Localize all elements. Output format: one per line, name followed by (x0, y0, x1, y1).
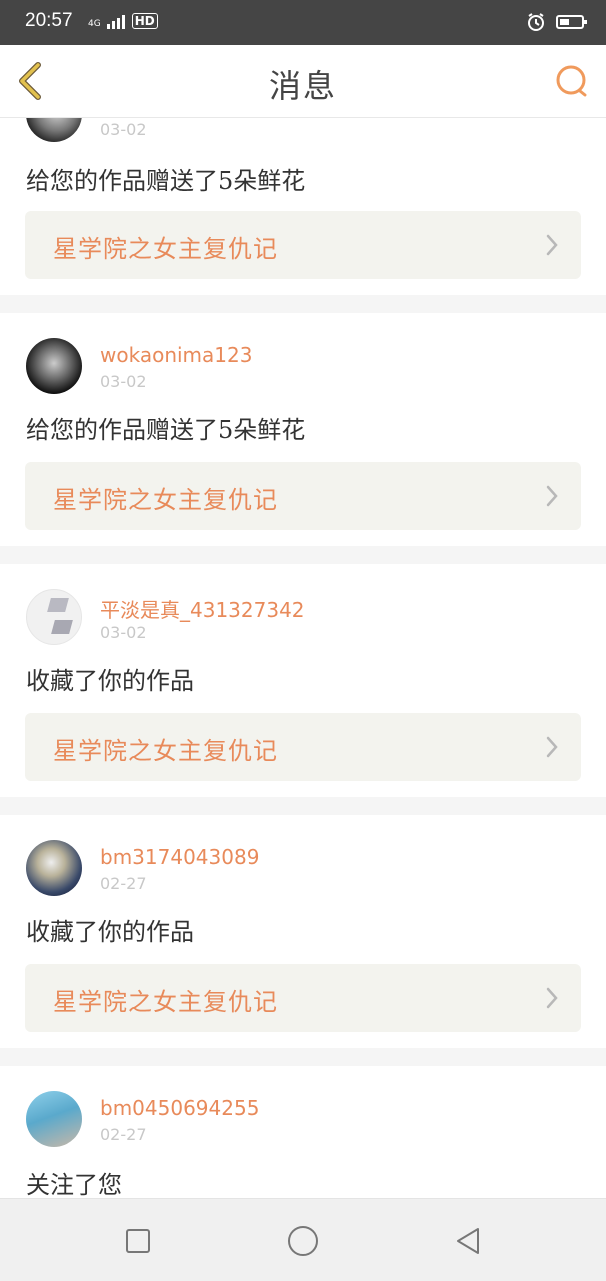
app-header: 消息 (0, 45, 606, 118)
message-date: 02-27 (100, 1125, 147, 1144)
list-item: bm0450694255 02-27 关注了您 (0, 1066, 606, 1198)
username[interactable]: 平淡是真_431327342 (100, 594, 305, 623)
message-list[interactable]: 03-02 给您的作品赠送了5朵鲜花 星学院之女主复仇记 wokaonima12… (0, 118, 606, 1198)
work-title: 星学院之女主复仇记 (53, 235, 278, 263)
list-item: bm3174043089 02-27 收藏了你的作品 星学院之女主复仇记 (0, 815, 606, 1048)
message-date: 02-27 (100, 874, 147, 893)
work-card[interactable]: 星学院之女主复仇记 (25, 964, 581, 1032)
list-item: 03-02 给您的作品赠送了5朵鲜花 星学院之女主复仇记 (0, 118, 606, 295)
recent-apps-button[interactable] (118, 1221, 158, 1261)
back-nav-button[interactable] (448, 1221, 488, 1261)
username[interactable]: bm3174043089 (100, 845, 259, 869)
work-title: 星学院之女主复仇记 (53, 737, 278, 765)
status-time: 20:57 (25, 10, 73, 31)
work-card[interactable]: 星学院之女主复仇记 (25, 211, 581, 279)
page-title: 消息 (268, 67, 337, 105)
work-title: 星学院之女主复仇记 (53, 988, 278, 1016)
chevron-right-icon (546, 234, 558, 256)
work-card[interactable]: 星学院之女主复仇记 (25, 462, 581, 530)
message-date: 03-02 (100, 372, 147, 391)
message-date: 03-02 (100, 120, 147, 139)
username[interactable]: bm0450694255 (100, 1096, 259, 1120)
list-item: 平淡是真_431327342 03-02 收藏了你的作品 星学院之女主复仇记 (0, 564, 606, 797)
network-indicator: 4G HD (88, 13, 158, 29)
username[interactable]: wokaonima123 (100, 343, 252, 367)
message-text: 给您的作品赠送了5朵鲜花 (26, 416, 306, 444)
network-type: 4G (88, 19, 101, 29)
chevron-right-icon (546, 987, 558, 1009)
message-text: 给您的作品赠送了5朵鲜花 (26, 167, 306, 195)
search-button[interactable] (554, 63, 590, 99)
hd-badge: HD (131, 13, 158, 29)
message-text: 收藏了你的作品 (26, 918, 194, 946)
avatar[interactable] (26, 589, 82, 645)
list-item: wokaonima123 03-02 给您的作品赠送了5朵鲜花 星学院之女主复仇… (0, 313, 606, 546)
chevron-right-icon (546, 736, 558, 758)
home-button[interactable] (283, 1221, 323, 1261)
system-nav-bar (0, 1198, 606, 1281)
work-card[interactable]: 星学院之女主复仇记 (25, 713, 581, 781)
chevron-right-icon (546, 485, 558, 507)
status-bar: 20:57 4G HD (0, 0, 606, 45)
avatar[interactable] (26, 840, 82, 896)
avatar[interactable] (26, 118, 82, 142)
message-text: 关注了您 (26, 1171, 122, 1198)
message-text: 收藏了你的作品 (26, 667, 194, 695)
alarm-icon (528, 13, 544, 31)
avatar[interactable] (26, 1091, 82, 1147)
avatar[interactable] (26, 338, 82, 394)
signal-icon (106, 15, 125, 29)
work-title: 星学院之女主复仇记 (53, 486, 278, 514)
message-date: 03-02 (100, 623, 147, 642)
battery-icon (556, 15, 587, 29)
search-icon (556, 65, 587, 97)
